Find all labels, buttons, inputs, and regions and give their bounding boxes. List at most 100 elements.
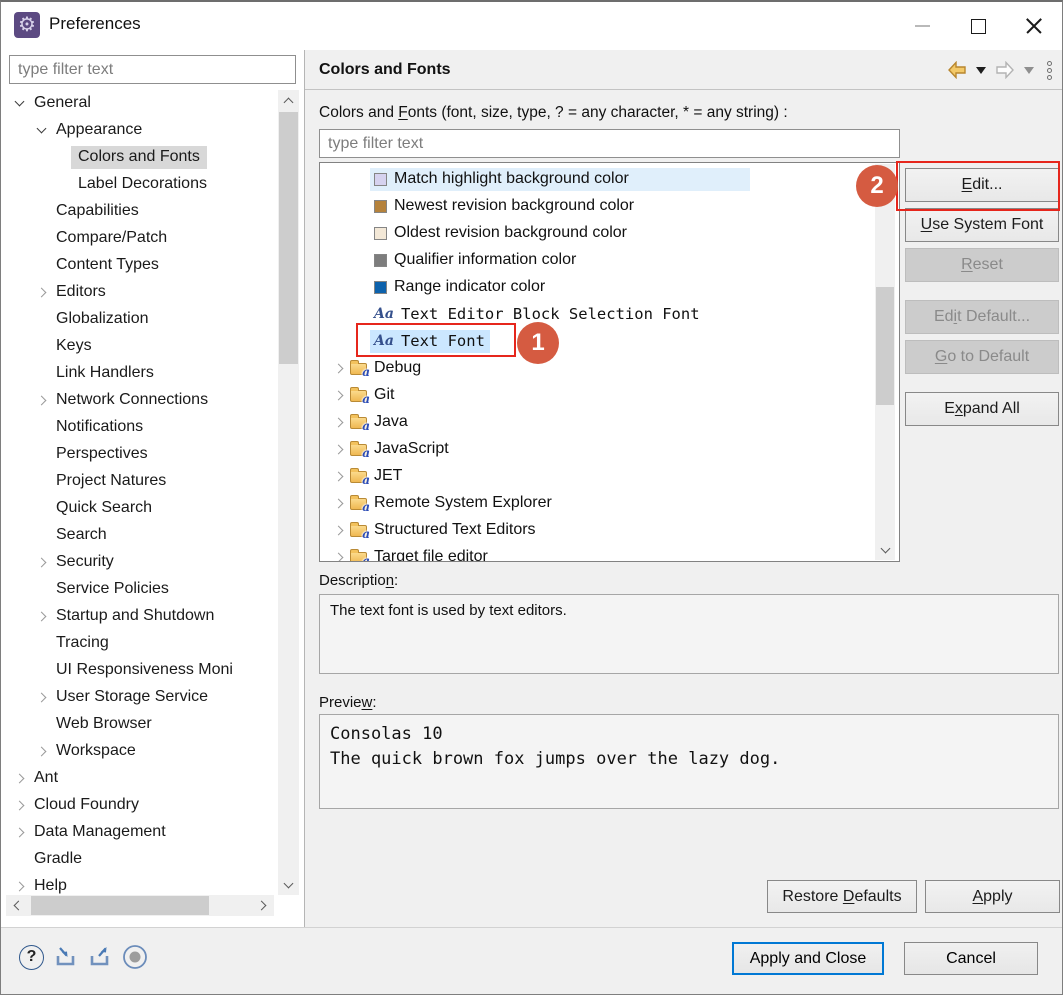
tree-item-link-handlers[interactable]: Link Handlers — [1, 360, 278, 387]
tree-item-colors-and-fonts[interactable]: Colors and Fonts — [1, 144, 278, 171]
tree-item-ui-responsiveness-moni[interactable]: UI Responsiveness Moni — [1, 657, 278, 684]
tree-vertical-scrollbar[interactable] — [278, 90, 299, 895]
apply-button[interactable]: Apply — [925, 880, 1060, 913]
chevron-collapsed-icon[interactable] — [13, 799, 27, 813]
tree-hscroll-thumb[interactable] — [31, 896, 209, 915]
import-preferences-icon[interactable] — [54, 946, 78, 968]
chevron-collapsed-icon[interactable] — [332, 551, 346, 563]
chevron-collapsed-icon[interactable] — [35, 610, 49, 624]
chevron-collapsed-icon[interactable] — [13, 880, 27, 894]
tree-vscroll-thumb[interactable] — [279, 112, 298, 364]
tree-item-service-policies[interactable]: Service Policies — [1, 576, 278, 603]
tree-item-network-connections[interactable]: Network Connections — [1, 387, 278, 414]
chevron-collapsed-icon[interactable] — [35, 556, 49, 570]
tree-item-tracing[interactable]: Tracing — [1, 630, 278, 657]
tree-item-quick-search[interactable]: Quick Search — [1, 495, 278, 522]
tree-item-compare-patch[interactable]: Compare/Patch — [1, 225, 278, 252]
chevron-collapsed-icon[interactable] — [13, 772, 27, 786]
chevron-collapsed-icon[interactable] — [332, 389, 346, 403]
tree-filter-input[interactable] — [9, 55, 296, 84]
export-preferences-icon[interactable] — [88, 946, 112, 968]
chevron-expanded-icon[interactable] — [35, 124, 49, 138]
tree-item-perspectives[interactable]: Perspectives — [1, 441, 278, 468]
list-item-java[interactable]: Java — [320, 409, 899, 436]
tree-item-project-natures[interactable]: Project Natures — [1, 468, 278, 495]
list-item-text-font[interactable]: AaText Font — [320, 328, 899, 355]
forward-arrow-icon[interactable] — [995, 61, 1015, 79]
maximize-button[interactable] — [950, 2, 1006, 50]
tree-item-capabilities[interactable]: Capabilities — [1, 198, 278, 225]
chevron-collapsed-icon[interactable] — [332, 470, 346, 484]
tree-item-editors[interactable]: Editors — [1, 279, 278, 306]
list-item-match-highlight-background-color[interactable]: Match highlight background color — [320, 166, 899, 193]
list-item-newest-revision-background-color[interactable]: Newest revision background color — [320, 193, 899, 220]
chevron-collapsed-icon[interactable] — [332, 497, 346, 511]
tree-item-user-storage-service[interactable]: User Storage Service — [1, 684, 278, 711]
tree-item-cloud-foundry[interactable]: Cloud Foundry — [1, 792, 278, 819]
tree-item-content-types[interactable]: Content Types — [1, 252, 278, 279]
tree-item-search[interactable]: Search — [1, 522, 278, 549]
apply-and-close-button[interactable]: Apply and Close — [732, 942, 884, 975]
forward-history-dropdown-icon[interactable] — [1024, 67, 1034, 74]
tree-item-label-decorations[interactable]: Label Decorations — [1, 171, 278, 198]
edit-default-button[interactable]: Edit Default... — [905, 300, 1059, 334]
list-vertical-scrollbar[interactable] — [875, 164, 895, 560]
chevron-expanded-icon[interactable] — [13, 97, 27, 111]
tree-item-notifications[interactable]: Notifications — [1, 414, 278, 441]
tree-item-workspace[interactable]: Workspace — [1, 738, 278, 765]
reset-button[interactable]: Reset — [905, 248, 1059, 282]
back-history-dropdown-icon[interactable] — [976, 67, 986, 74]
list-item-target-file-editor[interactable]: Target file editor — [320, 544, 899, 562]
preference-recorder-icon[interactable] — [122, 944, 148, 970]
tree-item-appearance[interactable]: Appearance — [1, 117, 278, 144]
back-arrow-icon[interactable] — [947, 61, 967, 79]
restore-defaults-button[interactable]: Restore Defaults — [767, 880, 917, 913]
chevron-collapsed-icon[interactable] — [35, 745, 49, 759]
list-item-remote-system-explorer[interactable]: Remote System Explorer — [320, 490, 899, 517]
tree-item-globalization[interactable]: Globalization — [1, 306, 278, 333]
tree-item-startup-and-shutdown[interactable]: Startup and Shutdown — [1, 603, 278, 630]
tree-item-data-management[interactable]: Data Management — [1, 819, 278, 846]
list-item-structured-text-editors[interactable]: Structured Text Editors — [320, 517, 899, 544]
help-icon[interactable]: ? — [19, 945, 44, 970]
tree-item-gradle[interactable]: Gradle — [1, 846, 278, 873]
list-item-javascript[interactable]: JavaScript — [320, 436, 899, 463]
fonts-filter-input[interactable] — [319, 129, 900, 158]
chevron-collapsed-icon[interactable] — [35, 394, 49, 408]
list-item-git[interactable]: Git — [320, 382, 899, 409]
scroll-right-icon[interactable] — [259, 901, 267, 909]
list-item-oldest-revision-background-color[interactable]: Oldest revision background color — [320, 220, 899, 247]
chevron-collapsed-icon[interactable] — [13, 826, 27, 840]
scroll-down-icon[interactable] — [284, 881, 292, 889]
tree-item-web-browser[interactable]: Web Browser — [1, 711, 278, 738]
view-menu-icon[interactable] — [1043, 61, 1052, 80]
go-to-default-button[interactable]: Go to Default — [905, 340, 1059, 374]
scroll-down-icon[interactable] — [881, 546, 889, 554]
list-item-debug[interactable]: Debug — [320, 355, 899, 382]
list-item-text-editor-block-selection-font[interactable]: AaText Editor Block Selection Font — [320, 301, 899, 328]
expand-all-button[interactable]: Expand All — [905, 392, 1059, 426]
tree-item-security[interactable]: Security — [1, 549, 278, 576]
scroll-left-icon[interactable] — [12, 901, 20, 909]
list-item-jet[interactable]: JET — [320, 463, 899, 490]
close-button[interactable] — [1006, 2, 1062, 50]
scroll-up-icon[interactable] — [284, 96, 292, 104]
list-vscroll-thumb[interactable] — [876, 287, 894, 405]
chevron-collapsed-icon[interactable] — [35, 286, 49, 300]
tree-item-general[interactable]: General — [1, 90, 278, 117]
edit-button[interactable]: Edit... — [905, 168, 1059, 202]
chevron-collapsed-icon[interactable] — [35, 691, 49, 705]
tree-item-keys[interactable]: Keys — [1, 333, 278, 360]
chevron-collapsed-icon[interactable] — [332, 443, 346, 457]
cancel-button[interactable]: Cancel — [904, 942, 1038, 975]
tree-item-help[interactable]: Help — [1, 873, 278, 895]
tree-horizontal-scrollbar[interactable] — [6, 895, 274, 916]
chevron-collapsed-icon[interactable] — [332, 362, 346, 376]
tree-item-ant[interactable]: Ant — [1, 765, 278, 792]
chevron-collapsed-icon[interactable] — [332, 524, 346, 538]
use-system-font-button[interactable]: Use System Font — [905, 208, 1059, 242]
minimize-button[interactable] — [894, 2, 950, 50]
list-item-qualifier-information-color[interactable]: Qualifier information color — [320, 247, 899, 274]
chevron-collapsed-icon[interactable] — [332, 416, 346, 430]
list-item-range-indicator-color[interactable]: Range indicator color — [320, 274, 899, 301]
